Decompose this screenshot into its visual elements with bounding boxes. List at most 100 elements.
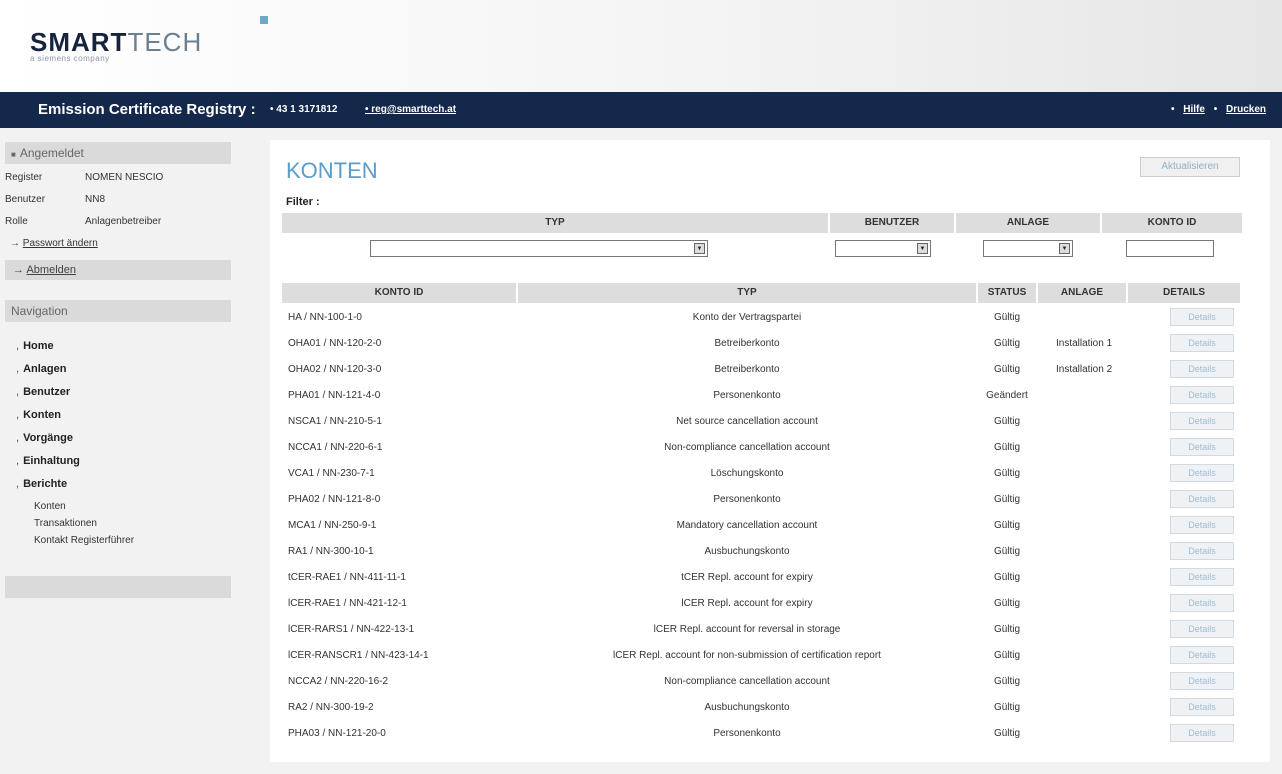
status-cell: Gültig — [993, 702, 1021, 713]
table-row: PHA02 / NN-121-8-0 Personenkonto Gültig Det… — [282, 487, 1240, 513]
typ-cell: Non-compliance cancellation account — [664, 442, 830, 453]
info-row-benutzer: Benutzer NN8 — [5, 194, 105, 205]
typ-cell: Löschungskonto — [710, 468, 784, 479]
benutzer-select[interactable]: ▼ — [835, 240, 931, 257]
info-key: Register — [5, 172, 43, 183]
column-header-anlage: ANLAGE — [1038, 283, 1128, 303]
status-cell: Gültig — [993, 520, 1021, 531]
details-button[interactable]: Details — [1170, 412, 1234, 430]
info-row-rolle: Rolle Anlagenbetreiber — [5, 216, 161, 227]
chevron-down-icon: ▼ — [694, 243, 705, 254]
email-link[interactable]: • reg@smarttech.at — [365, 104, 456, 115]
typ-cell: Non-compliance cancellation account — [664, 676, 830, 687]
konto-id-cell: RA2 / NN-300-19-2 — [288, 702, 374, 713]
status-cell: Gültig — [993, 598, 1021, 609]
logged-in-label: Angemeldet — [19, 146, 84, 160]
logout-label: Abmelden — [26, 264, 76, 276]
info-row-register: Register NOMEN NESCIO — [5, 172, 163, 183]
sidebar-footer-bar — [5, 576, 231, 598]
table-row: lCER-RAE1 / NN-421-12-1 lCER Repl. accoun… — [282, 591, 1240, 617]
status-cell: Gültig — [993, 546, 1021, 557]
typ-cell: Konto der Vertragspartei — [692, 312, 802, 323]
status-cell: Gültig — [993, 338, 1021, 349]
konto-id-input[interactable] — [1126, 240, 1214, 257]
filter-header-konto-id: KONTO ID — [1102, 213, 1242, 233]
navigation-title: Navigation — [11, 304, 68, 318]
refresh-button[interactable]: Aktualisieren — [1140, 157, 1240, 177]
konto-id-cell: lCER-RANSCR1 / NN-423-14-1 — [288, 650, 429, 661]
konto-id-cell: NCCA1 / NN-220-6-1 — [288, 442, 383, 453]
navigation-header: Navigation — [5, 300, 231, 322]
page-title: KONTEN — [286, 158, 378, 183]
print-link[interactable]: Drucken — [1226, 104, 1266, 115]
details-button[interactable]: Details — [1170, 308, 1234, 326]
change-password-link[interactable]: → Passwort ändern — [10, 238, 98, 249]
help-bullet: • — [1170, 104, 1175, 115]
nav-label: Home — [23, 340, 54, 352]
anlage-cell: Installation 1 — [1056, 338, 1113, 349]
details-button[interactable]: Details — [1170, 542, 1234, 560]
info-value: NN8 — [85, 194, 106, 205]
details-button[interactable]: Details — [1170, 516, 1234, 534]
details-button[interactable]: Details — [1170, 568, 1234, 586]
details-button[interactable]: Details — [1170, 334, 1234, 352]
nav-item-anlagen[interactable]: , Anlagen — [16, 363, 66, 375]
typ-cell: Betreiberkonto — [714, 364, 780, 375]
status-cell: Geändert — [986, 390, 1028, 401]
details-button[interactable]: Details — [1170, 438, 1234, 456]
nav-label: Berichte — [23, 478, 68, 490]
status-cell: Gültig — [993, 416, 1021, 427]
report-item-kontakt[interactable]: Kontakt Registerführer — [34, 535, 134, 546]
top-navbar: Emission Certificate Registry : • 43 1 3… — [0, 92, 1282, 128]
column-header-status: STATUS — [978, 283, 1038, 303]
nav-item-benutzer[interactable]: , Benutzer — [16, 386, 70, 398]
table-row: NCCA2 / NN-220-16-2 Non-compliance cancel… — [282, 669, 1240, 695]
nav-item-vorgaenge[interactable]: , Vorgänge — [16, 432, 73, 444]
typ-select[interactable]: ▼ — [370, 240, 708, 257]
details-button[interactable]: Details — [1170, 490, 1234, 508]
details-button[interactable]: Details — [1170, 646, 1234, 664]
table-row: NCCA1 / NN-220-6-1 Non-compliance cancell… — [282, 435, 1240, 461]
nav-item-einhaltung[interactable]: , Einhaltung — [16, 455, 80, 467]
info-value: Anlagenbetreiber — [85, 216, 162, 227]
konto-id-cell: PHA03 / NN-121-20-0 — [288, 728, 386, 739]
anlage-select[interactable]: ▼ — [983, 240, 1073, 257]
nav-item-konten[interactable]: , Konten — [16, 409, 61, 421]
konto-id-cell: tCER-RAE1 / NN-411-11-1 — [288, 572, 406, 583]
status-cell: Gültig — [993, 650, 1021, 661]
details-button[interactable]: Details — [1170, 672, 1234, 690]
filter-header-anlage: ANLAGE — [956, 213, 1102, 233]
nav-item-berichte[interactable]: , Berichte — [16, 478, 67, 490]
status-cell: Gültig — [993, 312, 1021, 323]
konto-id-cell: PHA01 / NN-121-4-0 — [288, 390, 381, 401]
chevron-down-icon: ▼ — [917, 243, 928, 254]
logout-link[interactable]: → Abmelden — [5, 260, 231, 280]
details-button[interactable]: Details — [1170, 386, 1234, 404]
details-button[interactable]: Details — [1170, 360, 1234, 378]
table-row: lCER-RARS1 / NN-422-13-1 lCER Repl. accou… — [282, 617, 1240, 643]
typ-cell: Personenkonto — [713, 390, 781, 401]
details-button[interactable]: Details — [1170, 620, 1234, 638]
konto-id-cell: lCER-RAE1 / NN-421-12-1 — [288, 598, 407, 609]
nav-item-home[interactable]: , Home — [16, 340, 54, 352]
table-row: NSCA1 / NN-210-5-1 Net source cancellatio… — [282, 409, 1240, 435]
details-button[interactable]: Details — [1170, 724, 1234, 742]
typ-cell: Personenkonto — [713, 494, 781, 505]
smarttech-logo[interactable]: SMARTTECH a siemens company — [30, 16, 268, 63]
logo-bold-text: SMART — [30, 27, 128, 57]
details-button[interactable]: Details — [1170, 464, 1234, 482]
help-link[interactable]: Hilfe — [1183, 104, 1205, 115]
status-cell: Gültig — [993, 364, 1021, 375]
report-item-konten[interactable]: Konten — [34, 501, 66, 512]
typ-cell: Betreiberkonto — [714, 338, 780, 349]
report-item-transaktionen[interactable]: Transaktionen — [34, 518, 97, 529]
status-cell: Gültig — [993, 572, 1021, 583]
details-button[interactable]: Details — [1170, 698, 1234, 716]
status-cell: Gültig — [993, 624, 1021, 635]
details-button[interactable]: Details — [1170, 594, 1234, 612]
nav-label: Benutzer — [23, 386, 71, 398]
typ-cell: Ausbuchungskonto — [704, 702, 790, 713]
column-header-typ: TYP — [518, 283, 978, 303]
top-links: • Hilfe • Drucken — [1165, 104, 1266, 115]
arrow-right-icon: → — [13, 264, 27, 276]
